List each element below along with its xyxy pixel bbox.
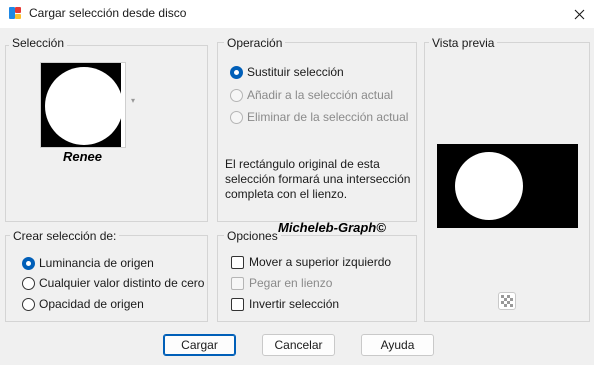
thumbnail-circle: [45, 67, 123, 145]
check-mover-label: Mover a superior izquierdo: [249, 255, 392, 269]
app-icon: [9, 7, 21, 19]
watermark-signature: Micheleb-Graph©: [278, 220, 386, 235]
radio-luminancia-label: Luminancia de origen: [39, 256, 154, 270]
check-pegar-label: Pegar en lienzo: [249, 276, 333, 290]
radio-anadir[interactable]: Añadir a la selección actual: [230, 86, 393, 104]
ayuda-button[interactable]: Ayuda: [361, 334, 434, 356]
radio-anadir-label: Añadir a la selección actual: [247, 88, 394, 102]
radio-cualquier-valor-indicator[interactable]: [22, 276, 35, 290]
radio-cualquier-valor[interactable]: Cualquier valor distinto de cero: [22, 274, 204, 292]
check-pegar[interactable]: Pegar en lienzo: [231, 274, 332, 292]
title-bar: Cargar selección desde disco: [0, 0, 594, 28]
radio-sustituir-indicator[interactable]: [230, 65, 243, 79]
radio-opacidad[interactable]: Opacidad de origen: [22, 295, 144, 313]
radio-opacidad-label: Opacidad de origen: [39, 297, 144, 311]
vista-previa-title: Vista previa: [429, 36, 498, 50]
operacion-group-title: Operación: [224, 36, 286, 50]
radio-sustituir-label: Sustituir selección: [247, 65, 344, 79]
window-title: Cargar selección desde disco: [29, 6, 187, 20]
seleccion-group-title: Selección: [9, 36, 68, 50]
crear-group-title: Crear selección de:: [10, 229, 120, 243]
radio-cualquier-valor-label: Cualquier valor distinto de cero: [39, 276, 205, 290]
radio-luminancia-indicator[interactable]: [22, 256, 35, 270]
radio-sustituir[interactable]: Sustituir selección: [230, 63, 344, 81]
check-invertir-label: Invertir selección: [249, 297, 340, 311]
opciones-group-title: Opciones: [224, 229, 281, 243]
check-mover[interactable]: Mover a superior izquierdo: [231, 253, 391, 271]
check-pegar-box[interactable]: [231, 276, 244, 290]
preview-circle: [455, 152, 523, 220]
radio-anadir-indicator[interactable]: [230, 88, 243, 102]
transparency-toggle-button[interactable]: [498, 292, 516, 310]
radio-eliminar[interactable]: Eliminar de la selección actual: [230, 108, 408, 126]
thumbnail-dropdown-arrow[interactable]: ▾: [131, 96, 135, 105]
cancelar-button[interactable]: Cancelar: [262, 334, 335, 356]
thumbnail-white-strip: [121, 63, 125, 147]
radio-eliminar-label: Eliminar de la selección actual: [247, 110, 409, 124]
operacion-info-text: El rectángulo original de esta selección…: [225, 157, 411, 201]
radio-luminancia[interactable]: Luminancia de origen: [22, 254, 154, 272]
check-invertir-box[interactable]: [231, 297, 244, 311]
check-invertir[interactable]: Invertir selección: [231, 295, 339, 313]
radio-opacidad-indicator[interactable]: [22, 297, 35, 311]
close-button[interactable]: [564, 0, 594, 28]
preview-canvas: [437, 144, 578, 228]
selection-thumbnail[interactable]: [40, 62, 126, 148]
close-icon: [574, 9, 584, 19]
checkerboard-icon: [501, 295, 513, 307]
cargar-button[interactable]: Cargar: [163, 334, 236, 356]
radio-eliminar-indicator[interactable]: [230, 110, 243, 124]
check-mover-box[interactable]: [231, 255, 244, 269]
thumbnail-caption: Renee: [63, 149, 103, 164]
